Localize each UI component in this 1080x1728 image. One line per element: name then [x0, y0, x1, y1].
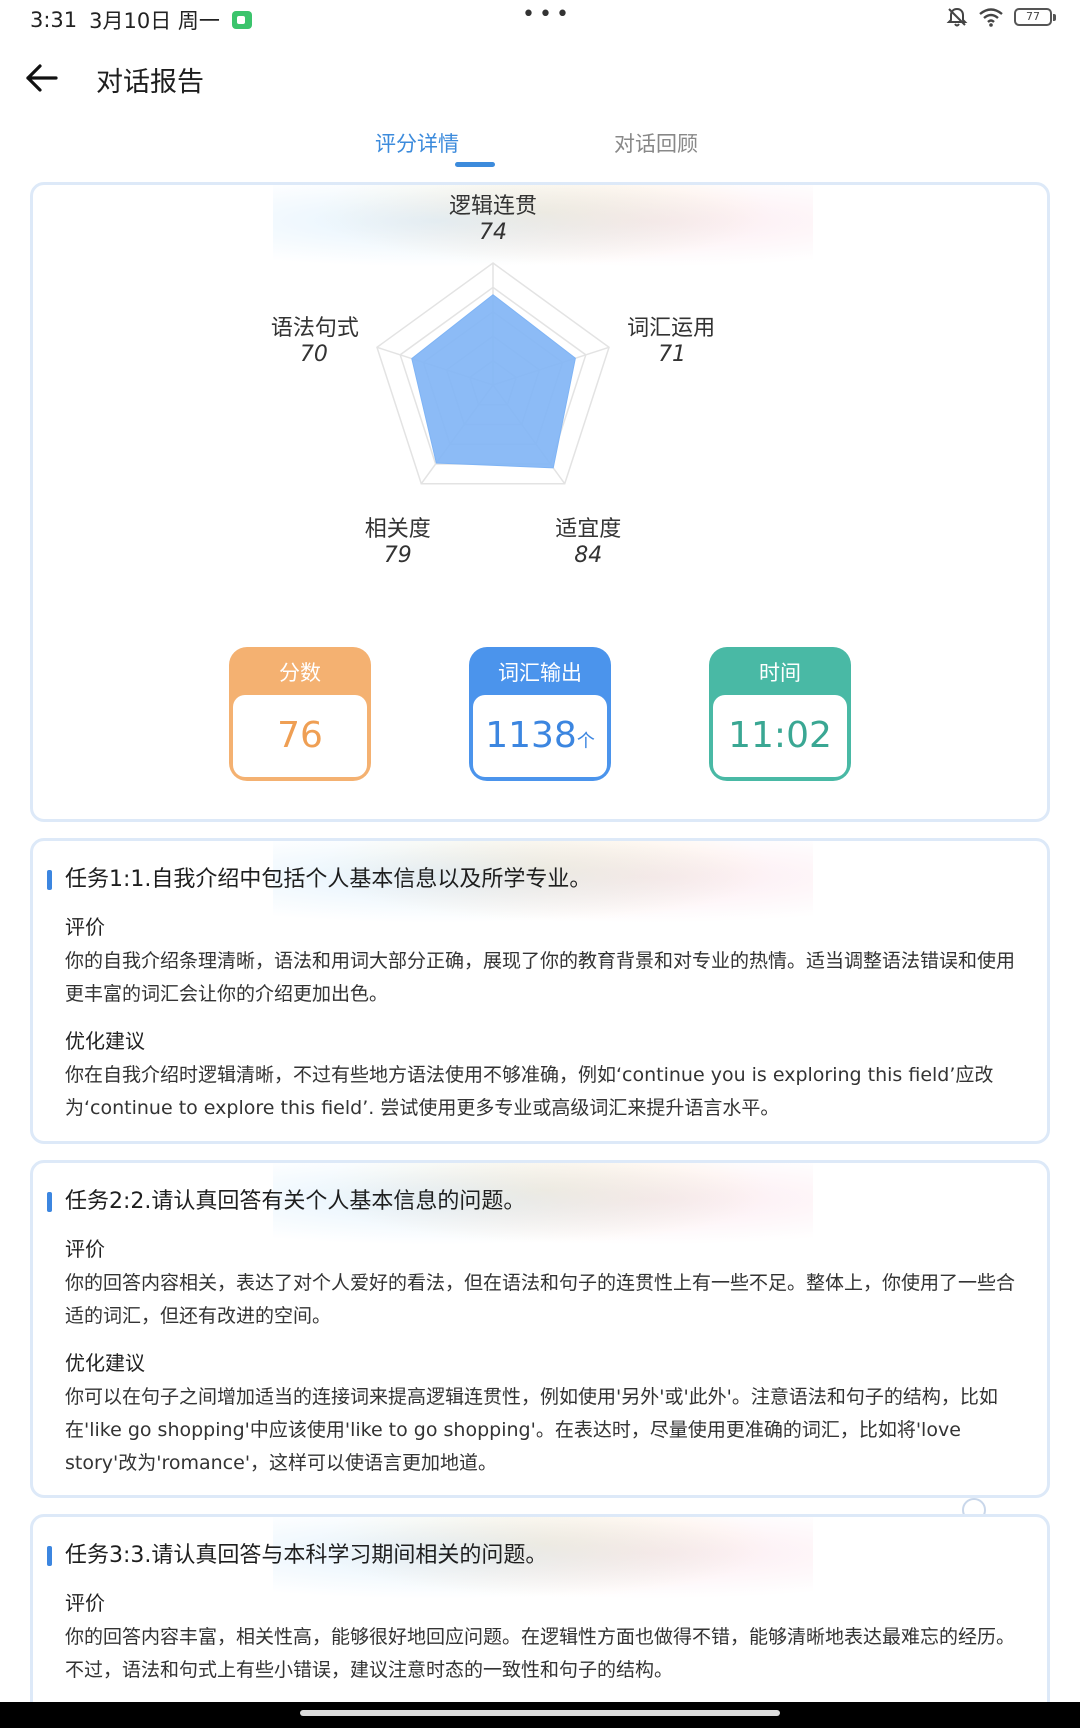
evaluation-label: 评价: [65, 915, 105, 939]
status-bar: 3:31 3月10日 周一 ••• 77: [0, 0, 1080, 40]
radar-chart: 逻辑连贯74 词汇运用71 适宜度84 相关度79 语法句式70: [271, 194, 715, 568]
task-card-1: 任务1:1.自我介绍中包括个人基本信息以及所学专业。 评价 你的自我介绍条理清晰…: [30, 838, 1050, 1144]
vocab-output-box: 词汇输出 1138个: [469, 647, 611, 781]
evaluation-text: 你的回答内容相关，表达了对个人爱好的看法，但在语法和句子的连贯性上有一些不足。整…: [65, 1272, 1016, 1327]
back-button[interactable]: [18, 54, 66, 102]
score-value: 76: [233, 695, 367, 777]
radar-axis-value: 79: [384, 543, 412, 568]
vocab-output-label: 词汇输出: [498, 661, 582, 685]
radar-axis-label: 相关度: [365, 517, 431, 542]
wifi-icon: [979, 8, 1003, 27]
home-indicator[interactable]: [300, 1710, 780, 1716]
status-time: 3:31: [30, 8, 78, 32]
tab-indicator: [455, 162, 495, 167]
radar-axis-label: 适宜度: [555, 517, 621, 542]
tab-score-details[interactable]: 评分详情: [375, 128, 459, 158]
mute-icon: [946, 7, 968, 27]
status-dots: •••: [522, 2, 573, 27]
time-value: 11:02: [713, 695, 847, 777]
evaluation-text: 你的自我介绍条理清晰，语法和用词大部分正确，展现了你的教育背景和对专业的热情。适…: [65, 950, 1016, 1005]
suggestion-label: 优化建议: [65, 1029, 145, 1053]
app-icon: [231, 11, 252, 29]
task-card-3: 任务3:3.请认真回答与本科学习期间相关的问题。 评价 你的回答内容丰富，相关性…: [30, 1514, 1050, 1728]
radar-axis-value: 74: [479, 220, 507, 245]
vocab-output-number: 1138: [485, 715, 577, 756]
task-card-2: 任务2:2.请认真回答有关个人基本信息的问题。 评价 你的回答内容相关，表达了对…: [30, 1160, 1050, 1498]
radar-axis-value: 84: [574, 543, 602, 568]
evaluation-label: 评价: [65, 1591, 105, 1615]
score-box: 分数 76: [229, 647, 371, 781]
radar-axis-label: 语法句式: [271, 316, 359, 341]
header: 对话报告: [0, 50, 1080, 110]
status-date: 3月10日 周一: [89, 9, 220, 33]
radar-axis-label: 词汇运用: [627, 316, 715, 341]
task-title: 任务3:3.请认真回答与本科学习期间相关的问题。: [47, 1539, 1047, 1573]
task-title: 任务2:2.请认真回答有关个人基本信息的问题。: [47, 1185, 1047, 1219]
time-label: 时间: [759, 661, 801, 685]
tab-bar: 评分详情 对话回顾: [0, 122, 1080, 172]
status-right: 77: [946, 6, 1056, 28]
status-left: 3:31 3月10日 周一: [30, 5, 252, 35]
tab-dialogue-review[interactable]: 对话回顾: [614, 128, 698, 158]
radar-axis-value: 71: [658, 342, 686, 367]
task-title: 任务1:1.自我介绍中包括个人基本信息以及所学专业。: [47, 863, 1047, 897]
navigation-bar: [0, 1702, 1080, 1728]
page-title: 对话报告: [96, 67, 204, 98]
evaluation-label: 评价: [65, 1237, 105, 1261]
radar-axis-value: 70: [300, 342, 328, 367]
time-box: 时间 11:02: [709, 647, 851, 781]
suggestion-label: 优化建议: [65, 1351, 145, 1375]
vocab-output-unit: 个: [576, 731, 595, 752]
suggestion-text: 你在自我介绍时逻辑清晰，不过有些地方语法使用不够准确，例如‘continue y…: [65, 1064, 994, 1119]
time-number: 11:02: [728, 715, 832, 756]
score-label: 分数: [279, 661, 321, 685]
radar-axis-label: 逻辑连贯: [449, 194, 537, 219]
battery-icon: 77: [1014, 8, 1056, 26]
score-card: 逻辑连贯 74 词汇运用 71 适宜度 84 相关度 79 语法句式 70 分数 76 词汇输出 …: [30, 182, 1050, 822]
score-number: 76: [277, 715, 323, 756]
suggestion-text: 你可以在句子之间增加适当的连接词来提高逻辑连贯性，例如使用'另外'或'此外'。注…: [65, 1386, 998, 1474]
evaluation-text: 你的回答内容丰富，相关性高，能够很好地回应问题。在逻辑性方面也做得不错，能够清晰…: [65, 1626, 1016, 1681]
arrow-left-icon: [26, 64, 58, 92]
vocab-output-value: 1138个: [473, 695, 607, 777]
radar-data-area: [411, 294, 576, 469]
